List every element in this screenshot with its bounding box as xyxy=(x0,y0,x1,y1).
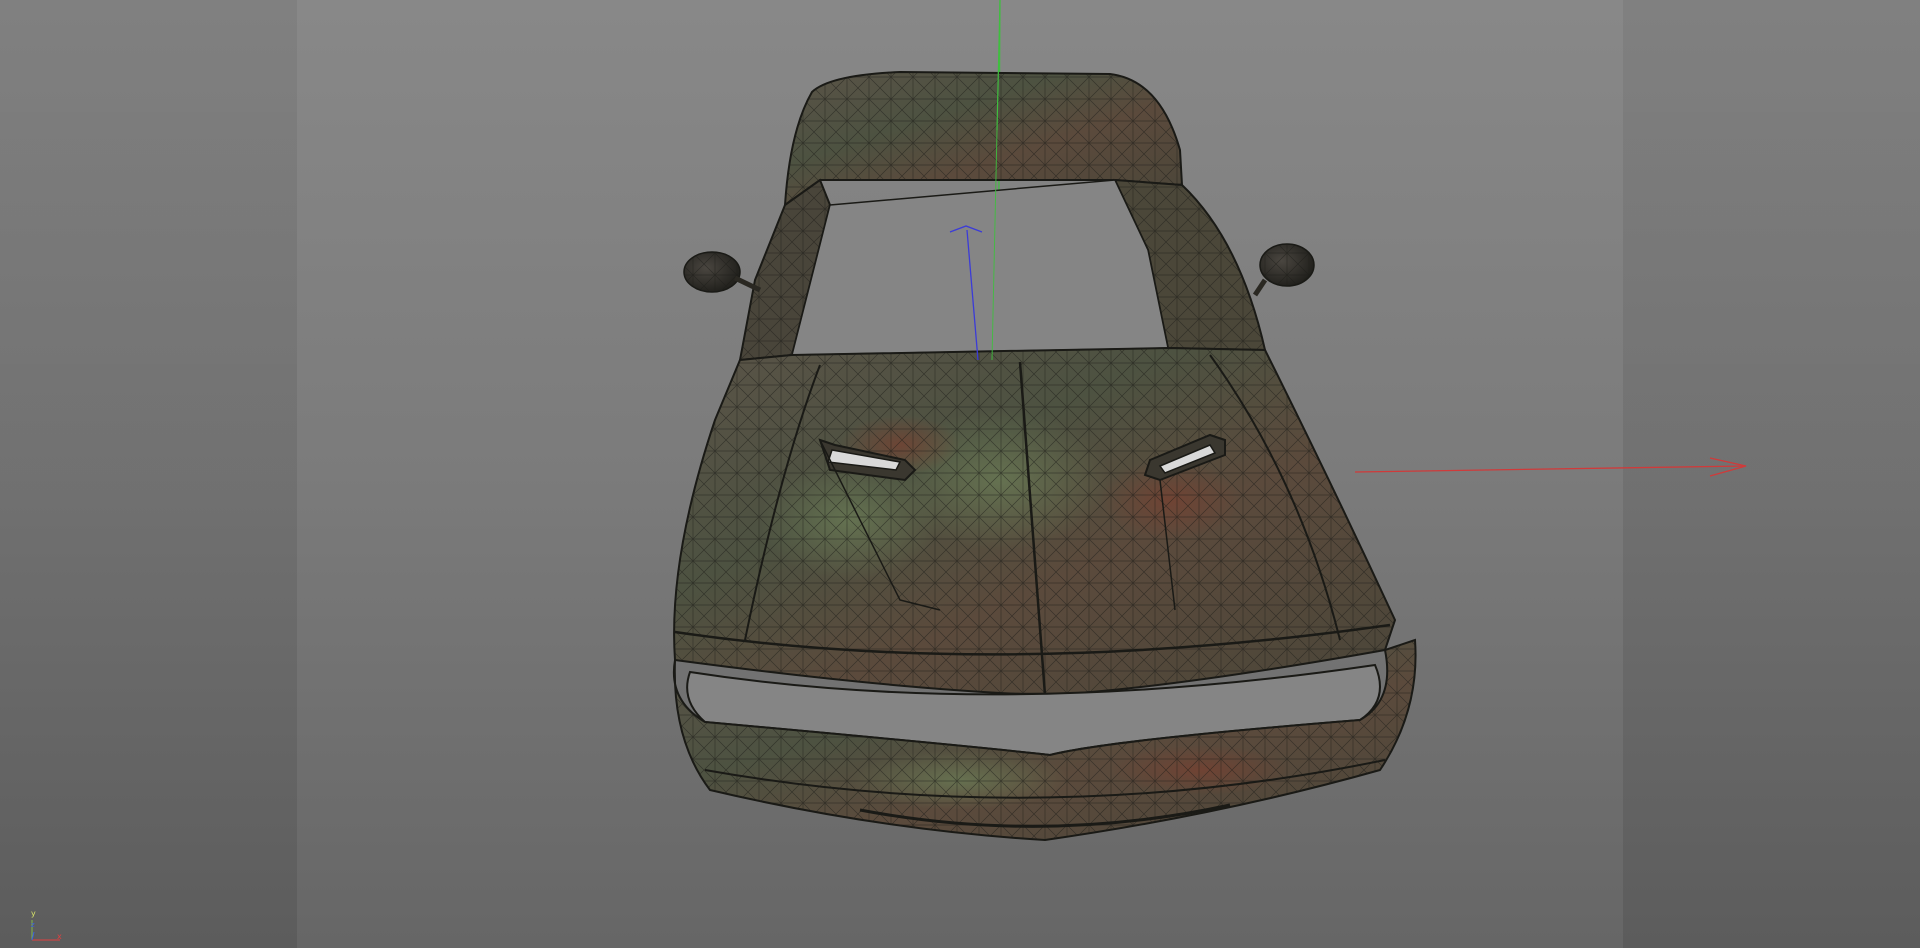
left-mirror[interactable] xyxy=(683,251,762,293)
mini-axis-z-label: z xyxy=(31,921,35,929)
car-model[interactable] xyxy=(672,70,1417,842)
mini-axis-x-label: x xyxy=(57,932,62,941)
viewport-scene[interactable] xyxy=(0,0,1920,948)
view-axis-indicator: y z x xyxy=(24,906,72,946)
3d-viewport[interactable]: y z x xyxy=(0,0,1920,948)
right-mirror[interactable] xyxy=(1252,243,1315,297)
mini-axis-y-label: y xyxy=(31,909,36,918)
windshield-opening xyxy=(791,179,1169,356)
x-axis-arrow[interactable] xyxy=(1354,457,1747,477)
